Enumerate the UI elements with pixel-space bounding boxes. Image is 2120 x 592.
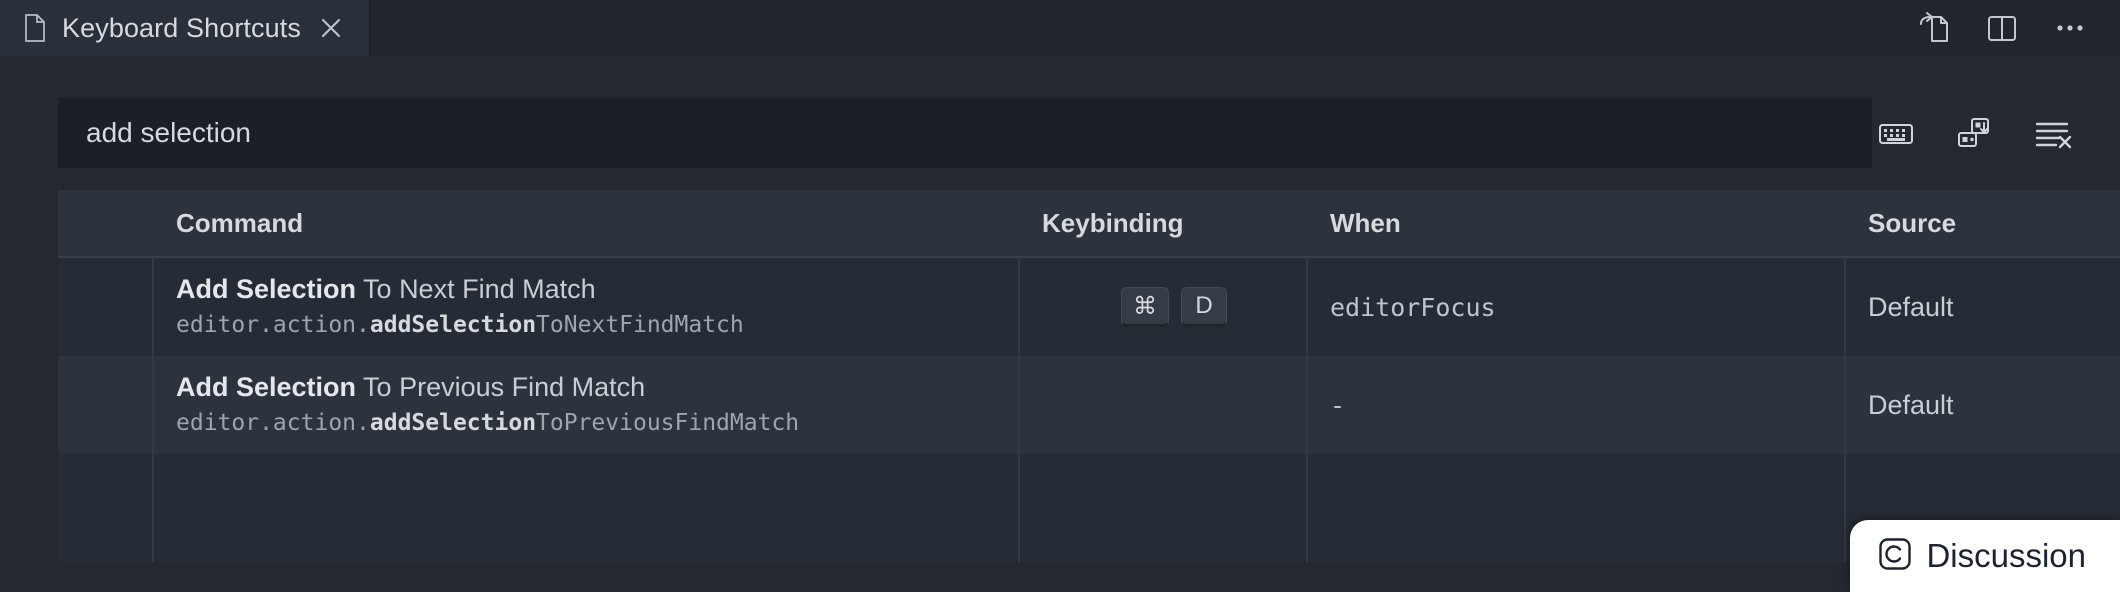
command-id-prefix: editor.action. — [176, 409, 370, 436]
discussion-badge[interactable]: Discussion — [1850, 520, 2120, 592]
table-body: Add Selection To Next Find Match editor.… — [58, 258, 2120, 562]
command-id-rest: ToPreviousFindMatch — [536, 409, 800, 436]
column-header-gutter[interactable] — [58, 190, 154, 256]
keyboard-shortcuts-editor: Keyboard Shortcuts add selection Command… — [0, 0, 2120, 592]
key-chip: D — [1181, 287, 1227, 327]
cell-source: Default — [1846, 258, 2120, 356]
file-icon — [24, 14, 46, 42]
command-id-prefix: editor.action. — [176, 311, 370, 338]
discussion-label: Discussion — [1926, 537, 2086, 574]
tab-keyboard-shortcuts[interactable]: Keyboard Shortcuts — [0, 0, 371, 56]
table-empty-row — [58, 454, 2120, 562]
when-expression: editorFocus — [1330, 292, 1496, 322]
column-header-when[interactable]: When — [1308, 190, 1846, 256]
command-id-match: addSelection — [369, 409, 537, 436]
search-row — [0, 56, 2120, 180]
column-header-command[interactable]: Command — [154, 190, 1020, 256]
editor-actions — [1916, 0, 2120, 56]
command-id: editor.action.addSelectionToPreviousFind… — [176, 409, 1018, 439]
search-box[interactable] — [58, 98, 1872, 168]
cell-command: Add Selection To Previous Find Match edi… — [154, 356, 1020, 454]
row-gutter — [58, 258, 154, 356]
tab-bar-spacer — [371, 0, 1916, 56]
source-label: Default — [1868, 291, 1954, 322]
row-gutter — [58, 356, 154, 454]
source-label: Default — [1868, 389, 1954, 420]
column-header-keybinding[interactable]: Keybinding — [1020, 190, 1308, 256]
key-chip: ⌘ — [1121, 287, 1169, 327]
column-header-source[interactable]: Source — [1846, 190, 2120, 256]
record-keys-icon[interactable] — [1876, 113, 1916, 153]
copilot-c-icon — [1878, 537, 1912, 576]
when-expression: - — [1330, 390, 1346, 420]
cell-when — [1308, 454, 1846, 562]
command-id-rest: ToNextFindMatch — [536, 311, 744, 338]
command-id: editor.action.addSelectionToNextFindMatc… — [176, 311, 1018, 341]
command-id-match: addSelection — [369, 311, 537, 338]
table-row[interactable]: Add Selection To Next Find Match editor.… — [58, 258, 2120, 356]
keybindings-table: Command Keybinding When Source Add Selec… — [58, 190, 2120, 592]
cell-when: - — [1308, 356, 1846, 454]
search-actions — [1876, 98, 2072, 168]
cell-keybinding[interactable]: ⌘ D — [1020, 258, 1308, 356]
command-title: Add Selection To Next Find Match — [176, 273, 1018, 307]
close-icon[interactable] — [317, 14, 345, 42]
more-actions-icon[interactable] — [2052, 10, 2088, 46]
command-title-match: Add Selection — [176, 372, 357, 403]
cell-keybinding[interactable] — [1020, 356, 1308, 454]
command-title-match: Add Selection — [176, 274, 357, 305]
cell-command: Add Selection To Next Find Match editor.… — [154, 258, 1020, 356]
command-title: Add Selection To Previous Find Match — [176, 371, 1018, 405]
sort-by-precedence-icon[interactable] — [1954, 113, 1994, 153]
command-title-rest: To Previous Find Match — [356, 372, 646, 403]
split-editor-right-icon[interactable] — [1916, 10, 1952, 46]
tab-label: Keyboard Shortcuts — [62, 12, 301, 43]
editor-tab-bar: Keyboard Shortcuts — [0, 0, 2120, 56]
clear-search-icon[interactable] — [2032, 113, 2072, 153]
table-header-row: Command Keybinding When Source — [58, 190, 2120, 258]
cell-command — [154, 454, 1020, 562]
command-title-rest: To Next Find Match — [356, 274, 596, 305]
cell-keybinding — [1020, 454, 1308, 562]
search-input[interactable] — [86, 117, 1844, 149]
row-gutter — [58, 454, 154, 562]
cell-when: editorFocus — [1308, 258, 1846, 356]
split-editor-icon[interactable] — [1984, 10, 2020, 46]
cell-source: Default — [1846, 356, 2120, 454]
table-row[interactable]: Add Selection To Previous Find Match edi… — [58, 356, 2120, 454]
